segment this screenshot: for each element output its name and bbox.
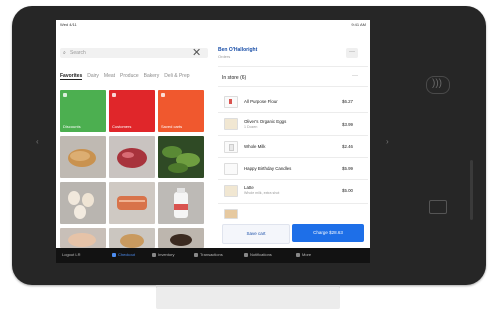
- charge-button[interactable]: Charge $28.63: [292, 224, 364, 242]
- checkout-icon: [112, 252, 116, 257]
- nav-transactions-label: Transactions: [200, 252, 223, 257]
- divider: [218, 86, 368, 87]
- chevron-right-icon: ›: [386, 137, 389, 146]
- transactions-icon: [194, 252, 198, 257]
- tablet-screen: Wed 4/11 9:41 AM ⌕ Search ✕ Favorites Dai…: [56, 20, 370, 263]
- nav-notifications[interactable]: Notifications: [244, 252, 272, 257]
- milk-photo-icon: [174, 188, 188, 218]
- nav-inventory-label: Inventory: [158, 252, 175, 257]
- section-menu-icon[interactable]: ···: [352, 73, 358, 79]
- cart-item-price: $2.46: [342, 144, 353, 149]
- eggs-icon: [224, 118, 238, 130]
- tab-deli[interactable]: Deli & Prep: [164, 73, 189, 79]
- salmon-photo-icon: [117, 196, 147, 210]
- search-input[interactable]: ⌕ Search: [60, 48, 208, 58]
- nfc-waves-icon: ))): [432, 78, 442, 89]
- chevron-left-icon: ‹: [36, 137, 39, 146]
- tab-produce[interactable]: Produce: [120, 73, 139, 79]
- product-tile[interactable]: [109, 228, 155, 248]
- nav-more-label: More: [302, 252, 312, 257]
- tile-label: Customers: [112, 124, 132, 129]
- divider: [218, 112, 368, 113]
- cart-item-detail: Whole milk, extra shot: [244, 191, 280, 195]
- more-icon: [296, 252, 300, 257]
- tab-dairy[interactable]: Dairy: [87, 73, 99, 79]
- meat-photo-icon: [117, 148, 147, 168]
- divider: [218, 179, 368, 180]
- divider: [218, 66, 368, 67]
- chicken-photo-icon: [68, 233, 96, 247]
- cart-item-name[interactable]: Latte: [244, 185, 254, 190]
- latte-icon: [224, 185, 238, 197]
- divider: [218, 203, 368, 204]
- customer-subtitle: Orders: [218, 54, 231, 59]
- chip-card-slot-icon: [429, 200, 447, 214]
- product-tile[interactable]: [109, 182, 155, 224]
- tile-icon: [161, 93, 165, 97]
- bread-photo-icon: [68, 149, 96, 167]
- customers-tile[interactable]: Customers: [109, 90, 155, 132]
- cart-item-name[interactable]: Happy Birthday Candles: [244, 166, 291, 171]
- save-cart-button[interactable]: Save cart: [222, 224, 290, 244]
- tile-icon: [63, 93, 67, 97]
- candles-icon: [224, 163, 238, 175]
- eggs-photo-icon: [68, 191, 94, 219]
- tab-favorites[interactable]: Favorites: [60, 73, 83, 80]
- category-tabs: Favorites Dairy Meat Produce Bakery Deli & Pr…: [60, 73, 208, 83]
- tile-label: Discounts: [63, 124, 81, 129]
- cart-item-name[interactable]: Whole Milk: [244, 144, 265, 149]
- nav-checkout-label: Checkout: [118, 252, 135, 257]
- cart-item-name[interactable]: Oliver's Organic Eggs: [244, 119, 286, 124]
- product-tile[interactable]: [109, 136, 155, 178]
- tile-label: Saved carts: [161, 124, 183, 129]
- greens-photo-icon: [162, 146, 200, 173]
- close-icon[interactable]: ✕: [192, 46, 201, 59]
- saved-carts-tile[interactable]: Saved carts: [158, 90, 204, 132]
- status-bar-left: Wed 4/11: [60, 22, 77, 27]
- product-tile[interactable]: [158, 228, 204, 248]
- search-icon: ⌕: [63, 50, 66, 56]
- product-tile[interactable]: [158, 136, 204, 178]
- nav-more[interactable]: More: [296, 252, 311, 257]
- tab-bakery[interactable]: Bakery: [144, 73, 160, 79]
- flour-icon: [224, 96, 238, 108]
- cart-section-header: In store (6): [222, 75, 247, 81]
- inventory-icon: [152, 252, 156, 257]
- bottom-nav: Logout LR Checkout Inventory Transaction…: [56, 248, 370, 263]
- device-stand: [156, 287, 340, 309]
- discounts-tile[interactable]: Discounts: [60, 90, 106, 132]
- nav-logout-label: Logout LR: [62, 252, 81, 257]
- nav-logout[interactable]: Logout LR: [62, 252, 80, 257]
- nav-checkout[interactable]: Checkout: [112, 252, 135, 257]
- product-tile[interactable]: [60, 228, 106, 248]
- partial-item-icon: [224, 209, 238, 219]
- status-bar-right: 9:41 AM: [351, 22, 366, 27]
- cart-item-price: $3.99: [342, 122, 353, 127]
- divider: [218, 135, 368, 136]
- cart-item-price: $5.99: [342, 166, 353, 171]
- milk-icon: [224, 141, 238, 153]
- status-bar: Wed 4/11 9:41 AM: [56, 20, 370, 30]
- customer-name[interactable]: Ben O'Halloright: [218, 47, 257, 53]
- tab-meat[interactable]: Meat: [104, 73, 115, 79]
- more-options-button[interactable]: ···: [346, 48, 358, 58]
- product-tile[interactable]: [158, 182, 204, 224]
- notifications-icon: [244, 252, 248, 257]
- side-card-slot: [470, 160, 473, 220]
- search-placeholder: Search: [70, 50, 86, 56]
- coffee-photo-icon: [170, 234, 192, 246]
- cart-item-price: $5.00: [342, 188, 353, 193]
- nav-inventory[interactable]: Inventory: [152, 252, 174, 257]
- nav-notifications-label: Notifications: [250, 252, 272, 257]
- product-tile[interactable]: [60, 182, 106, 224]
- pastry-photo-icon: [120, 234, 144, 248]
- cart-item-price: $6.27: [342, 99, 353, 104]
- tile-icon: [112, 93, 116, 97]
- cart-item-name[interactable]: All Purpose Flour: [244, 99, 278, 104]
- product-tile[interactable]: [60, 136, 106, 178]
- cart-item-detail: 1 Dozen: [244, 125, 258, 129]
- divider: [218, 157, 368, 158]
- nav-transactions[interactable]: Transactions: [194, 252, 223, 257]
